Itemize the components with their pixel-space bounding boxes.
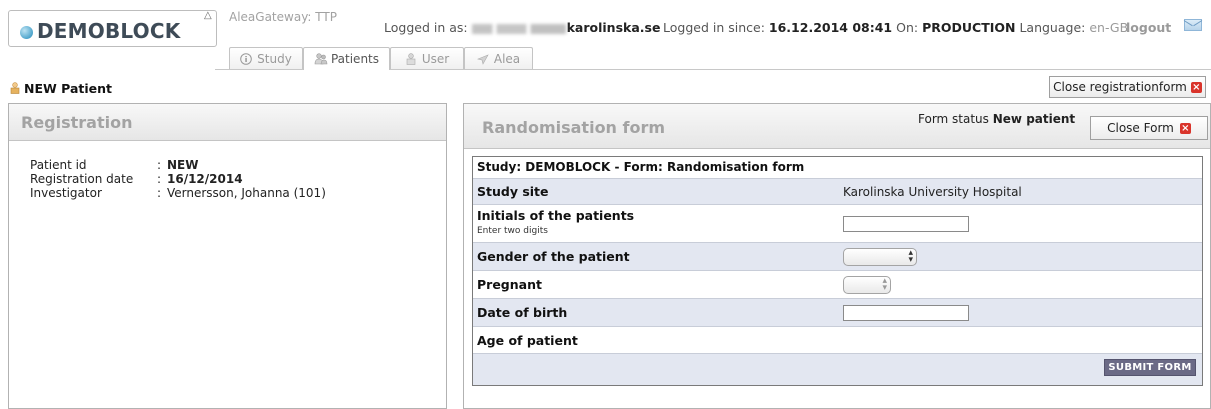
patient-id-label: Patient id [30, 158, 87, 172]
session-info: Logged in since: 16.12.2014 08:41 On: PR… [663, 20, 1128, 35]
tab-study-label: Study [257, 51, 292, 66]
tab-patients-label: Patients [330, 52, 380, 66]
tab-study[interactable]: Study [229, 47, 303, 69]
initials-hint: Enter two digits [477, 226, 548, 236]
registration-date-label: Registration date [30, 172, 134, 186]
close-form-button[interactable]: Close Form × [1090, 116, 1208, 140]
tab-patients[interactable]: Patients [303, 47, 390, 70]
study-site-row: Study site Karolinska University Hospita… [473, 179, 1202, 205]
language-value[interactable]: en-GB [1089, 20, 1128, 35]
logged-in-label: Logged in as: [384, 20, 468, 35]
dob-label: Date of birth [477, 305, 568, 320]
email-domain: karolinska.se [566, 20, 661, 35]
gender-label: Gender of the patient [477, 249, 630, 264]
user-icon [405, 52, 417, 65]
submit-row: SUBMIT FORM [473, 354, 1202, 385]
login-info: Logged in as: karolinska.se [384, 20, 660, 35]
age-label: Age of patient [477, 333, 578, 348]
since-value: 16.12.2014 08:41 [768, 20, 893, 35]
pregnant-label: Pregnant [477, 277, 542, 292]
gender-select[interactable]: ▴ ▾ [843, 248, 917, 266]
page-title: NEW Patient [24, 81, 113, 96]
study-site-value: Karolinska University Hospital [843, 185, 1022, 199]
registration-panel: Registration [8, 103, 447, 409]
logo-icon [20, 26, 33, 39]
patient-id-value: NEW [167, 158, 199, 172]
close-icon: × [1190, 81, 1202, 93]
registration-date-sep: : [157, 172, 162, 186]
patients-icon [314, 53, 328, 65]
form-status-value: New patient [992, 112, 1076, 126]
form-status-label: Form status [918, 112, 989, 126]
form-header-row: Study: DEMOBLOCK - Form: Randomisation f… [473, 157, 1202, 179]
select-arrows-icon: ▴ ▾ [908, 248, 913, 265]
tab-alea[interactable]: Alea [464, 47, 533, 69]
alea-icon [476, 53, 489, 65]
initials-label: Initials of the patients [477, 208, 635, 223]
investigator-label: Investigator [30, 186, 102, 200]
form-status: Form status New patient [918, 112, 1075, 126]
close-registrationform-button[interactable]: Close registrationform × [1049, 76, 1206, 98]
initials-row: Initials of the patients Enter two digit… [473, 205, 1202, 243]
since-label: Logged in since: [663, 20, 765, 35]
tab-user-label: User [421, 51, 450, 66]
close-form-label: Close Form [1107, 121, 1174, 135]
pregnant-select[interactable]: ▴ ▾ [843, 276, 891, 294]
registration-title: Registration [21, 113, 133, 132]
dob-row: Date of birth [473, 299, 1202, 327]
logout-link[interactable]: logout [1126, 20, 1171, 35]
tab-user[interactable]: User [390, 47, 464, 69]
language-label: Language: [1019, 20, 1086, 35]
environment-value: PRODUCTION [922, 20, 1016, 35]
redacted-email [471, 23, 566, 34]
gender-row: Gender of the patient ▴ ▾ [473, 243, 1202, 271]
info-icon [240, 52, 252, 65]
close-registrationform-label: Close registrationform [1053, 80, 1187, 94]
dob-input[interactable] [843, 305, 969, 321]
patient-id-sep: : [157, 158, 162, 172]
initials-input[interactable] [843, 216, 969, 232]
investigator-sep: : [157, 186, 162, 200]
randomisation-title: Randomisation form [482, 118, 666, 137]
form-header: Study: DEMOBLOCK - Form: Randomisation f… [477, 160, 805, 174]
close-icon: × [1179, 122, 1191, 134]
pregnant-row: Pregnant ▴ ▾ [473, 271, 1202, 299]
patient-icon [10, 82, 20, 94]
investigator-value: Vernersson, Johanna (101) [167, 186, 326, 200]
randomisation-form: Study: DEMOBLOCK - Form: Randomisation f… [472, 156, 1203, 386]
study-site-label: Study site [477, 184, 549, 199]
select-arrows-icon: ▴ ▾ [882, 276, 887, 293]
registration-panel-header: Registration [9, 104, 446, 141]
collapse-header-icon[interactable]: △ [204, 10, 212, 21]
mail-icon[interactable] [1184, 19, 1202, 31]
registration-date-value: 16/12/2014 [167, 172, 243, 186]
gateway-label: AleaGateway: TTP [229, 10, 337, 24]
app-logo: DEMOBLOCK [37, 19, 181, 43]
on-label: On: [896, 20, 919, 35]
tab-alea-label: Alea [493, 51, 521, 66]
age-row: Age of patient [473, 327, 1202, 354]
submit-form-button[interactable]: SUBMIT FORM [1104, 359, 1196, 376]
